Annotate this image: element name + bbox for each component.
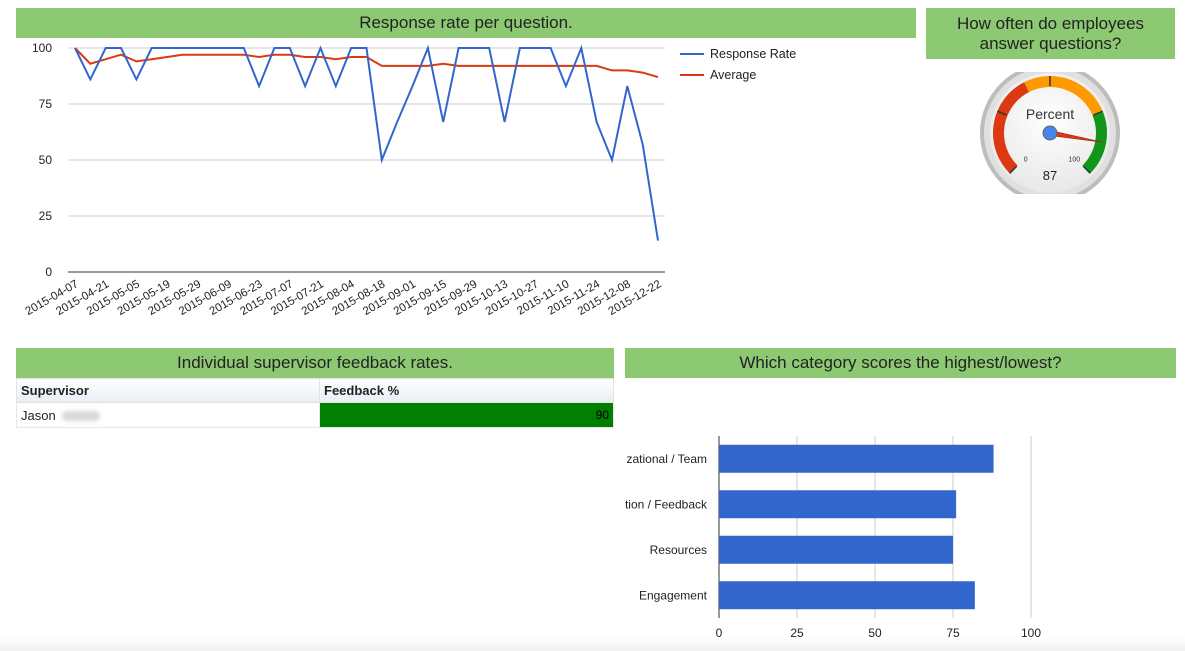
- series-line-response-rate: [74, 44, 659, 241]
- supervisor-feedback-table: Supervisor Feedback % Jason 90: [16, 378, 614, 428]
- y-tick-label: 50: [39, 153, 53, 167]
- bottom-shadow: [0, 637, 1185, 651]
- y-tick-label: 25: [39, 209, 53, 223]
- legend-label: Average: [710, 68, 756, 82]
- gauge-max-label: 100: [1068, 156, 1080, 163]
- gauge-value: 87: [1043, 168, 1057, 183]
- employee-answer-gauge: Percent 0 100 87: [980, 72, 1120, 194]
- y-tick-label: 75: [39, 97, 53, 111]
- y-tick-label: 0: [45, 265, 52, 279]
- category-label: zational / Team: [627, 452, 708, 466]
- gauge-label: Percent: [1026, 106, 1074, 122]
- column-header-feedback[interactable]: Feedback %: [319, 378, 614, 403]
- gauge-min-label: 0: [1024, 156, 1028, 163]
- table-row[interactable]: Jason 90: [16, 402, 614, 428]
- category-score-bar-chart[interactable]: 0 25 50 75 100zational / Teamtion / Feedback…: [610, 420, 1050, 650]
- table-header-row: Supervisor Feedback %: [16, 378, 614, 403]
- feedback-bar: 90: [320, 403, 613, 427]
- category-bar: [719, 490, 957, 519]
- response-rate-title: Response rate per question.: [16, 8, 916, 38]
- gauge-title: How often do employees answer questions?: [926, 8, 1175, 59]
- gauge-pivot: [1042, 125, 1058, 141]
- supervisor-name: Jason: [21, 407, 56, 423]
- category-title: Which category scores the highest/lowest…: [625, 348, 1176, 378]
- category-bar: [719, 581, 975, 610]
- category-bar: [719, 535, 953, 564]
- column-header-supervisor[interactable]: Supervisor: [16, 378, 320, 403]
- y-tick-label: 100: [32, 41, 52, 55]
- category-label: tion / Feedback: [625, 497, 708, 511]
- category-bar: [719, 444, 994, 473]
- feedback-value: 90: [595, 408, 609, 422]
- supervisor-title: Individual supervisor feedback rates.: [16, 348, 614, 378]
- category-label: Engagement: [639, 588, 708, 602]
- legend-label: Response Rate: [710, 47, 796, 61]
- response-rate-line-chart[interactable]: 02550751002015-04-072015-04-212015-05-05…: [0, 38, 900, 338]
- redacted-surname: [61, 411, 100, 422]
- category-label: Resources: [650, 543, 707, 557]
- feedback-cell: 90: [319, 402, 614, 428]
- supervisor-name-cell: Jason: [16, 402, 320, 428]
